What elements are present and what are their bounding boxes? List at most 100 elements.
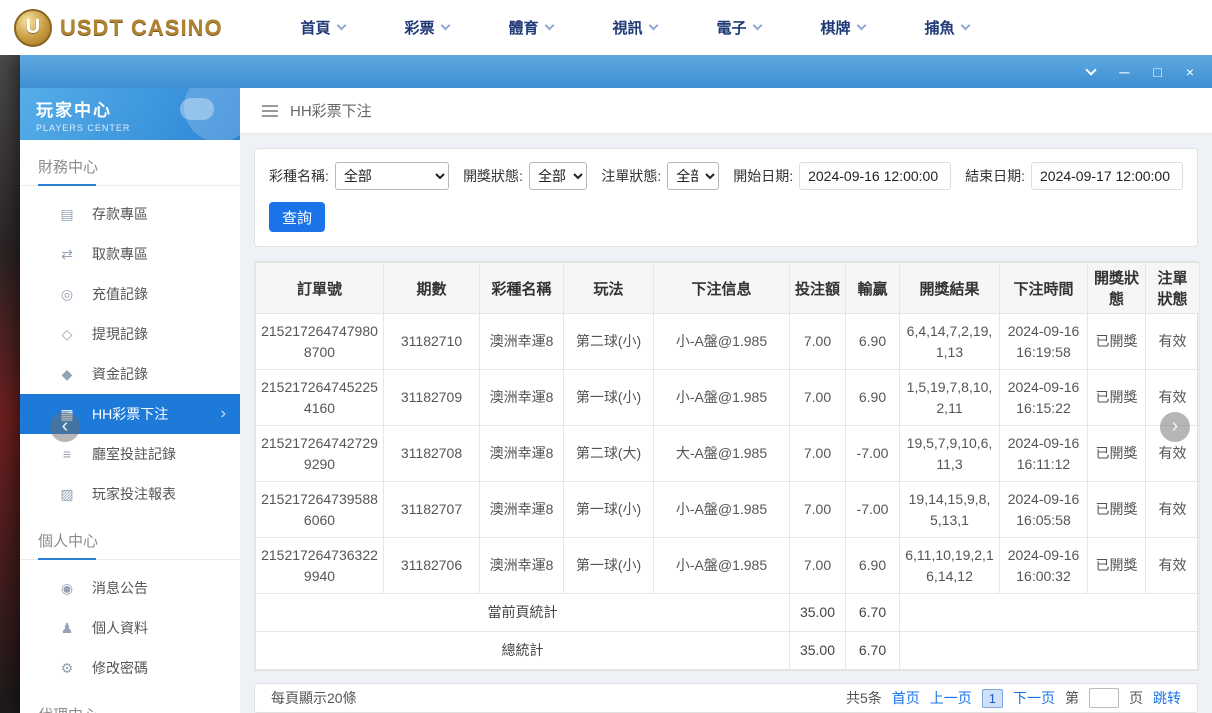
cell-amount: 7.00 bbox=[790, 538, 846, 594]
cell-lottery: 澳洲幸運8 bbox=[480, 370, 564, 426]
start-date-input[interactable] bbox=[799, 162, 951, 190]
window-close-button[interactable]: × bbox=[1186, 65, 1194, 79]
table-row: 2152172647427299290 31182708 澳洲幸運8 第二球(大… bbox=[256, 426, 1200, 482]
sidebar: 玩家中心 PLAYERS CENTER 財務中心 ▤ 存款專區 ⇄ 取款專區 ◎… bbox=[20, 88, 240, 713]
filter-panel: 彩種名稱: 全部 開獎狀態: 全部 注單狀態: 全部 開始日期: 結束日期: bbox=[254, 148, 1198, 247]
menu-toggle-icon[interactable] bbox=[262, 110, 278, 112]
prev-page-link[interactable]: 上一页 bbox=[930, 688, 972, 708]
cell-result: 19,5,7,9,10,6,11,3 bbox=[900, 426, 1000, 482]
funds-record-icon: ◆ bbox=[58, 366, 76, 383]
cell-amount: 7.00 bbox=[790, 426, 846, 482]
col-win-loss: 輸贏 bbox=[846, 263, 900, 314]
table-row: 2152172647452254160 31182709 澳洲幸運8 第一球(小… bbox=[256, 370, 1200, 426]
withdraw-icon: ⇄ bbox=[58, 246, 76, 263]
background-photo bbox=[0, 55, 20, 713]
sidebar-item-change-password[interactable]: ⚙ 修改密碼 bbox=[20, 648, 240, 688]
current-page[interactable]: 1 bbox=[982, 689, 1003, 708]
cell-order: 2152172647427299290 bbox=[256, 426, 384, 482]
col-draw-result: 開獎結果 bbox=[900, 263, 1000, 314]
cell-period: 31182709 bbox=[384, 370, 480, 426]
jump-label-prefix: 第 bbox=[1065, 688, 1079, 708]
sidebar-item-deposit[interactable]: ▤ 存款專區 bbox=[20, 194, 240, 234]
nav-item-home[interactable]: 首頁 bbox=[271, 17, 375, 38]
nav-item-cards[interactable]: 棋牌 bbox=[791, 17, 895, 38]
chevron-down-icon bbox=[544, 21, 554, 31]
next-page-link[interactable]: 下一页 bbox=[1013, 688, 1055, 708]
cell-winloss: -7.00 bbox=[846, 482, 900, 538]
nav-item-lottery[interactable]: 彩票 bbox=[375, 17, 479, 38]
top-navigation: U USDT CASINO 首頁 彩票 體育 視訊 電子 棋牌 捕魚 bbox=[0, 0, 1212, 55]
lottery-name-label: 彩種名稱: bbox=[269, 166, 329, 186]
page-jump-input[interactable] bbox=[1089, 688, 1119, 708]
cell-play: 第二球(大) bbox=[564, 426, 654, 482]
page-title: HH彩票下注 bbox=[290, 100, 372, 121]
sidebar-item-recharge-record[interactable]: ◎ 充值記錄 bbox=[20, 274, 240, 314]
carousel-next-button[interactable]: › bbox=[1160, 412, 1190, 442]
players-center-header: 玩家中心 PLAYERS CENTER bbox=[20, 88, 240, 140]
bets-table: 訂單號 期數 彩種名稱 玩法 下注信息 投注額 輸贏 開獎結果 下注時間 開獎狀… bbox=[255, 262, 1200, 670]
lottery-name-select[interactable]: 全部 bbox=[335, 162, 449, 190]
cell-draw-status: 已開獎 bbox=[1088, 370, 1146, 426]
table-footer: 每頁顯示20條 共5条 首页 上一页 1 下一页 第 页 跳转 bbox=[254, 683, 1198, 713]
players-center-subtitle: PLAYERS CENTER bbox=[36, 123, 240, 133]
gear-icon: ⚙ bbox=[58, 660, 76, 677]
sidebar-item-label: 取款專區 bbox=[92, 244, 148, 264]
recharge-record-icon: ◎ bbox=[58, 286, 76, 303]
sidebar-item-player-report[interactable]: ▨ 玩家投注報表 bbox=[20, 474, 240, 514]
jump-button[interactable]: 跳转 bbox=[1153, 688, 1181, 708]
nav-item-sports[interactable]: 體育 bbox=[479, 17, 583, 38]
cell-period: 31182706 bbox=[384, 538, 480, 594]
cell-info: 小-A盤@1.985 bbox=[654, 482, 790, 538]
window-collapse-button[interactable] bbox=[1087, 70, 1095, 74]
page-summary-amount: 35.00 bbox=[790, 594, 846, 632]
sidebar-item-profile[interactable]: ♟ 個人資料 bbox=[20, 608, 240, 648]
window-maximize-button[interactable]: □ bbox=[1153, 65, 1161, 79]
table-row: 2152172647395886060 31182707 澳洲幸運8 第一球(小… bbox=[256, 482, 1200, 538]
logo-icon: U bbox=[14, 9, 52, 47]
chevron-down-icon bbox=[648, 21, 658, 31]
cell-lottery: 澳洲幸運8 bbox=[480, 314, 564, 370]
sidebar-item-label: 個人資料 bbox=[92, 618, 148, 638]
cell-winloss: -7.00 bbox=[846, 426, 900, 482]
first-page-link[interactable]: 首页 bbox=[892, 688, 920, 708]
jump-label-suffix: 页 bbox=[1129, 688, 1143, 708]
end-date-label: 結束日期: bbox=[965, 166, 1025, 186]
chevron-down-icon bbox=[960, 21, 970, 31]
cell-info: 小-A盤@1.985 bbox=[654, 370, 790, 426]
logo[interactable]: U USDT CASINO bbox=[14, 9, 223, 47]
carousel-prev-button[interactable]: ‹ bbox=[50, 412, 80, 442]
cell-amount: 7.00 bbox=[790, 314, 846, 370]
draw-status-label: 開獎狀態: bbox=[463, 166, 523, 186]
order-status-select[interactable]: 全部 bbox=[667, 162, 719, 190]
draw-status-select[interactable]: 全部 bbox=[529, 162, 587, 190]
sidebar-item-cashout-record[interactable]: ◇ 提現記錄 bbox=[20, 314, 240, 354]
nav-item-label: 彩票 bbox=[405, 17, 435, 38]
sidebar-item-withdraw[interactable]: ⇄ 取款專區 bbox=[20, 234, 240, 274]
col-period: 期數 bbox=[384, 263, 480, 314]
col-lottery-name: 彩種名稱 bbox=[480, 263, 564, 314]
nav-item-slots[interactable]: 電子 bbox=[687, 17, 791, 38]
players-center-title: 玩家中心 bbox=[36, 96, 240, 121]
nav-item-fishing[interactable]: 捕魚 bbox=[895, 17, 999, 38]
sidebar-item-announcement[interactable]: ◉ 消息公告 bbox=[20, 568, 240, 608]
bell-icon: ◉ bbox=[58, 580, 76, 597]
end-date-input[interactable] bbox=[1031, 162, 1183, 190]
page-size-label: 每頁顯示20條 bbox=[271, 688, 357, 708]
sidebar-item-funds-record[interactable]: ◆ 資金記錄 bbox=[20, 354, 240, 394]
total-summary-label: 總統計 bbox=[256, 632, 790, 670]
nav-item-live[interactable]: 視訊 bbox=[583, 17, 687, 38]
page-summary-label: 當前頁統計 bbox=[256, 594, 790, 632]
sidebar-item-label: 廳室投註記錄 bbox=[92, 444, 176, 464]
cell-period: 31182708 bbox=[384, 426, 480, 482]
player-center-window: ─ □ × 玩家中心 PLAYERS CENTER 財務中心 ▤ 存款專區 ⇄ … bbox=[20, 55, 1212, 713]
sidebar-item-label: 玩家投注報表 bbox=[92, 484, 176, 504]
cell-play: 第一球(小) bbox=[564, 538, 654, 594]
content-header: HH彩票下注 bbox=[240, 88, 1212, 134]
cell-order-status: 有效 bbox=[1146, 482, 1200, 538]
section-agent-center: 代理中心 bbox=[20, 688, 240, 713]
col-draw-status: 開獎狀態 bbox=[1088, 263, 1146, 314]
cell-play: 第一球(小) bbox=[564, 482, 654, 538]
sidebar-item-hall-bet-record[interactable]: ≡ 廳室投註記錄 bbox=[20, 434, 240, 474]
search-button[interactable]: 查詢 bbox=[269, 202, 325, 232]
window-minimize-button[interactable]: ─ bbox=[1119, 65, 1129, 79]
